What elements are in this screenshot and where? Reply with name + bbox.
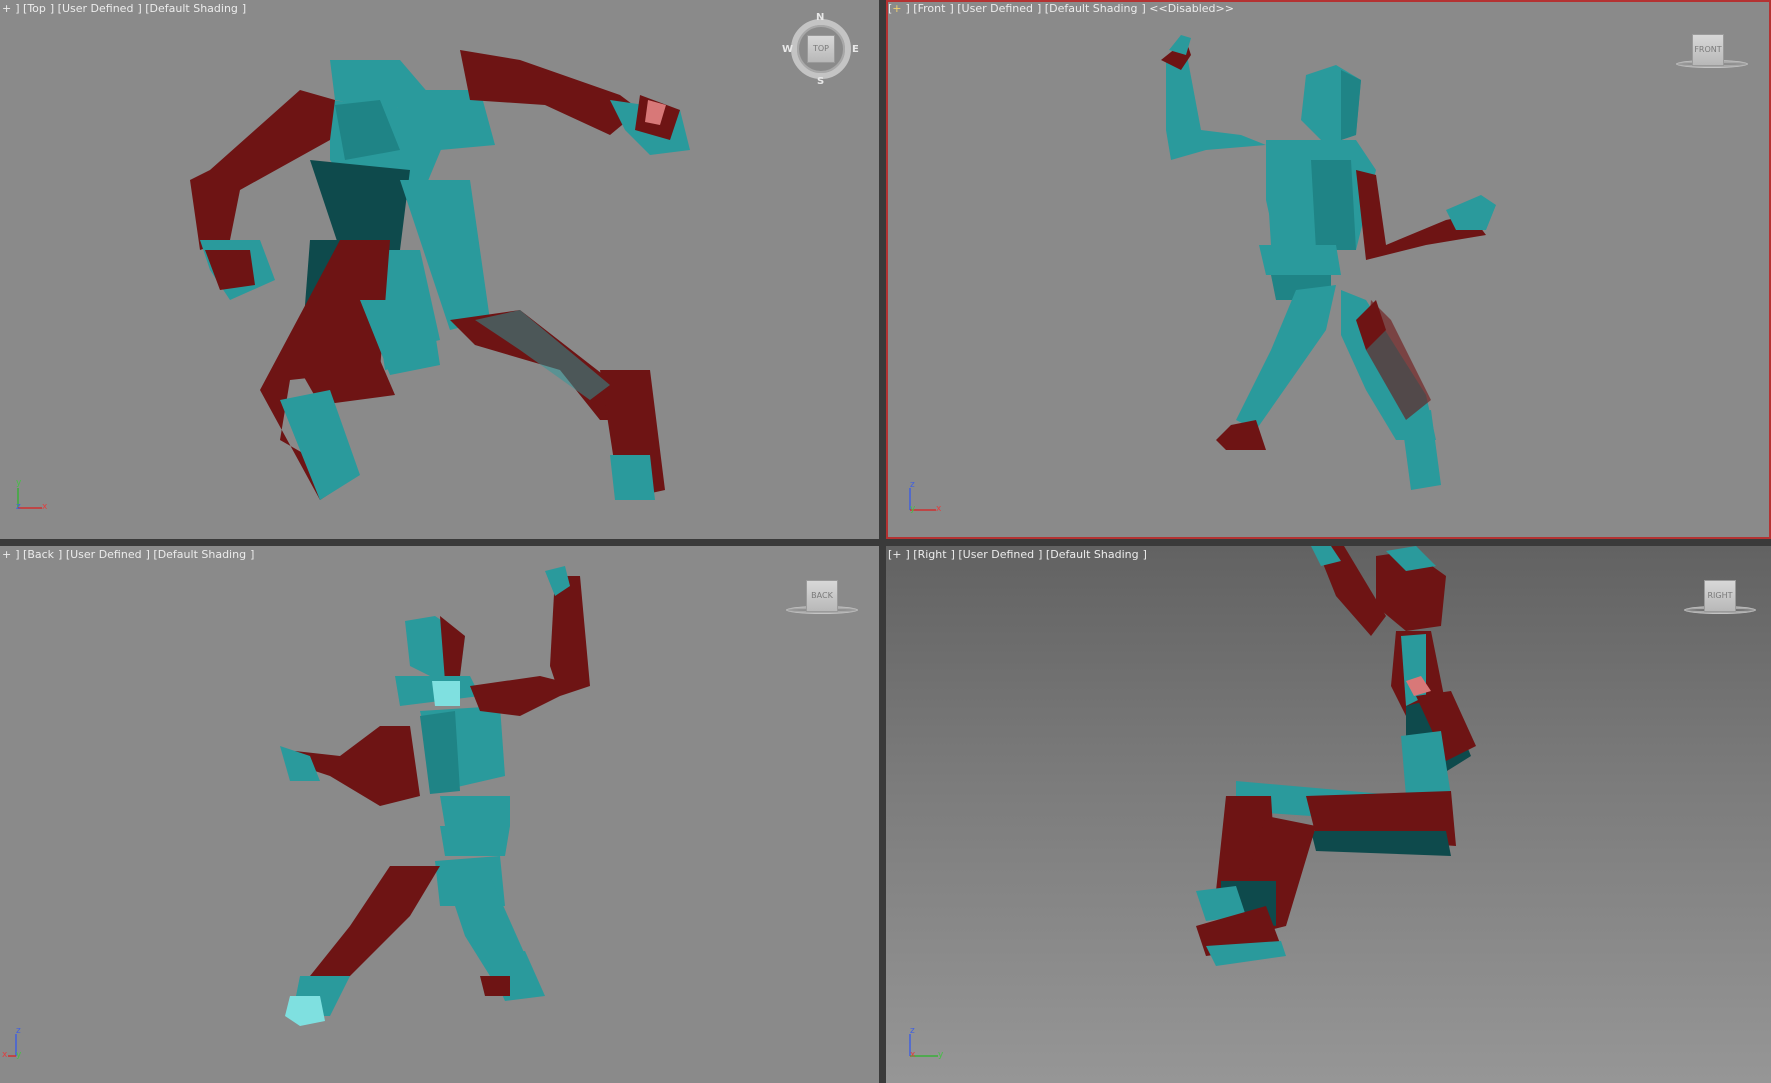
axis-label-v: z xyxy=(910,480,915,490)
viewport-label-right[interactable]: [+] [Right] [User Defined] [Default Shad… xyxy=(888,548,1147,561)
axis-label-h: x xyxy=(2,1050,8,1060)
figure-top-view[interactable] xyxy=(0,0,879,539)
viewport-label-front[interactable]: [+] [Front] [User Defined] [Default Shad… xyxy=(888,2,1238,15)
viewport-view-name[interactable]: Right xyxy=(918,548,947,561)
compass-west: W xyxy=(782,44,794,55)
axis-label-o: y xyxy=(910,504,916,514)
viewport-mode[interactable]: User Defined xyxy=(963,548,1034,561)
axis-label-h: x xyxy=(42,502,48,512)
viewcube-face[interactable]: FRONT xyxy=(1692,34,1724,66)
viewport-menu-plus[interactable]: + xyxy=(892,548,901,561)
axis-label-v: y xyxy=(16,478,22,488)
viewport-shading[interactable]: Default Shading xyxy=(158,548,246,561)
figure-back-view[interactable] xyxy=(0,546,879,1083)
compass-south: S xyxy=(817,76,825,87)
compass-east: E xyxy=(852,44,859,55)
viewport-back[interactable]: +] [Back] [User Defined] [Default Shadin… xyxy=(0,546,879,1083)
axis-label-o: z xyxy=(16,502,21,512)
axis-tripod-icon xyxy=(8,1034,17,1057)
viewcube-face[interactable]: TOP xyxy=(807,35,835,63)
viewport-view-name[interactable]: Front xyxy=(918,2,946,15)
viewport-shading[interactable]: Default Shading xyxy=(1050,548,1138,561)
viewport-front[interactable]: [+] [Front] [User Defined] [Default Shad… xyxy=(886,0,1771,539)
viewcube-front[interactable]: FRONT xyxy=(1676,30,1756,75)
viewport-top[interactable]: +] [Top] [User Defined] [Default Shading… xyxy=(0,0,879,539)
viewport-menu-plus[interactable]: + xyxy=(2,548,11,561)
figure-right-view[interactable] xyxy=(886,546,1771,1083)
viewport-right[interactable]: [+] [Right] [User Defined] [Default Shad… xyxy=(886,546,1771,1083)
viewport-status: <<Disabled>> xyxy=(1149,2,1234,15)
axis-label-h: x xyxy=(936,504,942,514)
viewport-view-name[interactable]: Back xyxy=(27,548,54,561)
viewport-mode[interactable]: User Defined xyxy=(62,2,133,15)
viewcube-face[interactable]: BACK xyxy=(806,580,838,612)
viewcube-face[interactable]: RIGHT xyxy=(1704,580,1736,612)
axis-label-h: y xyxy=(938,1050,944,1060)
viewport-label-top[interactable]: +] [Top] [User Defined] [Default Shading… xyxy=(2,2,246,15)
viewport-label-back[interactable]: +] [Back] [User Defined] [Default Shadin… xyxy=(2,548,254,561)
axis-label-o: y xyxy=(16,1050,22,1060)
viewport-shading[interactable]: Default Shading xyxy=(150,2,238,15)
viewcube-back[interactable]: BACK xyxy=(786,576,866,621)
viewcube-top[interactable]: TOP N S E W xyxy=(782,12,859,87)
compass-north: N xyxy=(816,12,825,23)
viewport-view-name[interactable]: Top xyxy=(27,2,46,15)
viewport-menu-plus[interactable]: + xyxy=(2,2,11,15)
axis-label-o: x xyxy=(910,1050,916,1060)
figure-front-view[interactable] xyxy=(886,0,1771,539)
viewport-mode[interactable]: User Defined xyxy=(70,548,141,561)
viewport-menu-plus[interactable]: + xyxy=(892,2,901,15)
viewport-shading[interactable]: Default Shading xyxy=(1049,2,1137,15)
viewcube-right[interactable]: RIGHT xyxy=(1684,576,1764,621)
axis-label-v: z xyxy=(910,1026,915,1036)
viewport-mode[interactable]: User Defined xyxy=(962,2,1033,15)
axis-label-v: z xyxy=(16,1026,21,1036)
